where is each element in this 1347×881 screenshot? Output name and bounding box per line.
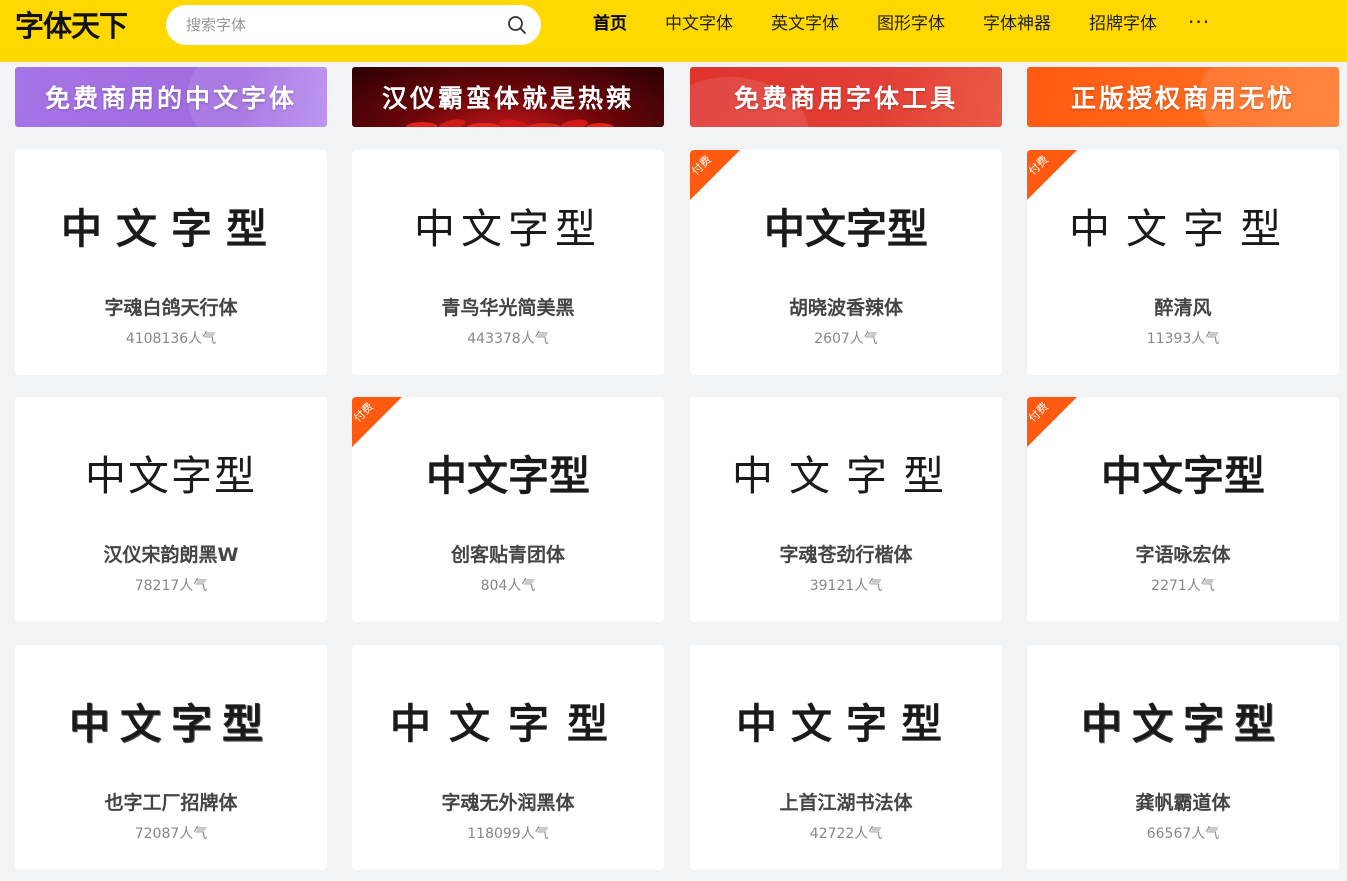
font-preview: 中文字型 [1069,205,1297,253]
nav-chinese-fonts[interactable]: 中文字体 [646,0,752,48]
font-card[interactable]: 中文字型 龚帆霸道体 66567人气 [1027,645,1339,870]
font-name[interactable]: 汉仪宋韵朗黑W [15,542,327,568]
font-preview: 中文字型 [85,453,257,499]
font-preview: 中文字型 [732,452,960,500]
font-popularity: 66567人气 [1146,826,1220,842]
nav-home[interactable]: 首页 [574,0,646,48]
search-icon[interactable] [507,15,527,35]
font-name[interactable]: 字语咏宏体 [1027,542,1339,568]
font-name[interactable]: 龚帆霸道体 [1027,790,1339,816]
font-name[interactable]: 字魂白鸽天行体 [15,295,327,321]
banner-free-commercial-chinese[interactable]: 免费商用的中文字体 [15,67,327,127]
paid-ribbon: 付费 [352,397,402,447]
font-preview: 中文字型 [69,700,273,748]
font-card[interactable]: 中文字型 汉仪宋韵朗黑W 78217人气 [15,397,327,622]
font-name[interactable]: 胡晓波香辣体 [690,295,1002,321]
font-card[interactable]: 中文字型 上首江湖书法体 42722人气 [690,645,1002,870]
font-name[interactable]: 创客贴青团体 [352,542,664,568]
font-card[interactable]: 中文字型 青鸟华光简美黑 443378人气 [352,150,664,375]
search-input[interactable] [166,5,486,45]
top-bar: 字体天下 首页 中文字体 英文字体 图形字体 字体神器 招牌字体 ··· [0,0,1347,62]
font-name[interactable]: 也字工厂招牌体 [15,790,327,816]
nav-graphic-fonts[interactable]: 图形字体 [858,0,964,48]
banner-hanyi-bamanti[interactable]: 汉仪霸蛮体就是热辣 [352,67,664,127]
font-card[interactable]: 中文字型 字魂苍劲行楷体 39121人气 [690,397,1002,622]
font-name[interactable]: 上首江湖书法体 [690,790,1002,816]
font-preview: 中文字型 [414,205,602,253]
banner-free-commercial-tool[interactable]: 免费商用字体工具 [690,67,1002,127]
font-popularity: 2271人气 [1151,578,1215,594]
pepper-decoration-icon [406,119,614,127]
main-nav: 首页 中文字体 英文字体 图形字体 字体神器 招牌字体 ··· [574,0,1222,48]
font-popularity: 42722人气 [809,826,883,842]
font-card[interactable]: 中文字型 也字工厂招牌体 72087人气 [15,645,327,870]
font-card[interactable]: 付费 中文字型 胡晓波香辣体 2607人气 [690,150,1002,375]
font-preview: 中文字型 [61,205,281,253]
font-card[interactable]: 中文字型 字魂白鸽天行体 4108136人气 [15,150,327,375]
font-preview: 中文字型 [390,700,626,748]
font-card[interactable]: 付费 中文字型 醉清风 11393人气 [1027,150,1339,375]
font-preview: 中文字型 [1081,700,1285,748]
font-card[interactable]: 付费 中文字型 字语咏宏体 2271人气 [1027,397,1339,622]
banner-text: 免费商用的中文字体 [44,84,297,113]
nav-english-fonts[interactable]: 英文字体 [752,0,858,48]
font-name[interactable]: 字魂无外润黑体 [352,790,664,816]
font-popularity: 72087人气 [134,826,208,842]
banner-text: 正版授权商用无忧 [1070,84,1295,113]
banner-text: 汉仪霸蛮体就是热辣 [381,84,634,113]
font-card[interactable]: 中文字型 字魂无外润黑体 118099人气 [352,645,664,870]
more-menu-icon[interactable]: ··· [1176,0,1222,48]
banner-text: 免费商用字体工具 [733,84,958,113]
paid-ribbon: 付费 [1027,397,1077,447]
font-name[interactable]: 青鸟华光简美黑 [352,295,664,321]
font-popularity: 78217人气 [134,578,208,594]
nav-signboard-fonts[interactable]: 招牌字体 [1070,0,1176,48]
paid-ribbon: 付费 [1027,150,1077,200]
font-popularity: 4108136人气 [125,331,217,347]
nav-font-tools[interactable]: 字体神器 [964,0,1070,48]
font-popularity: 443378人气 [467,331,549,347]
font-name[interactable]: 醉清风 [1027,295,1339,321]
font-name[interactable]: 字魂苍劲行楷体 [690,542,1002,568]
font-popularity: 39121人气 [809,578,883,594]
banner-genuine-license[interactable]: 正版授权商用无忧 [1027,67,1339,127]
font-popularity: 11393人气 [1146,331,1220,347]
font-popularity: 804人气 [480,578,536,594]
font-preview: 中文字型 [426,452,590,500]
font-preview: 中文字型 [736,700,956,748]
search-box [166,5,541,45]
font-popularity: 118099人气 [467,826,549,842]
paid-ribbon: 付费 [690,150,740,200]
font-card[interactable]: 付费 中文字型 创客贴青团体 804人气 [352,397,664,622]
font-preview: 中文字型 [1101,452,1265,500]
site-logo[interactable]: 字体天下 [15,6,128,46]
font-popularity: 2607人气 [814,331,878,347]
font-preview: 中文字型 [764,205,928,253]
